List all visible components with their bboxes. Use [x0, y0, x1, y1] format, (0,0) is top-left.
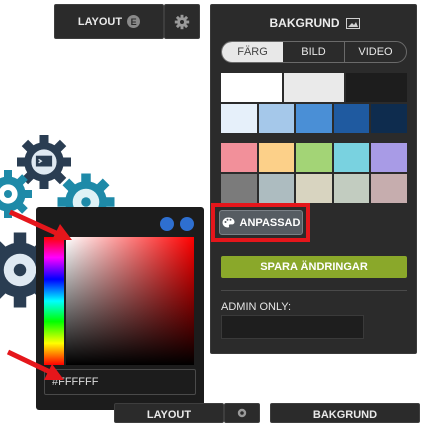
recent-color-swatch[interactable]	[160, 217, 174, 231]
color-swatch[interactable]	[258, 143, 295, 172]
red-arrows	[6, 209, 72, 380]
gear-icon	[174, 14, 190, 29]
tab-video[interactable]: VIDEO	[345, 42, 406, 62]
color-swatch[interactable]	[221, 174, 257, 203]
tab-bild[interactable]: BILD	[283, 42, 345, 62]
background-panel: BAKGRUND FÄRG BILD VIDEO ANPASSAD SPARA …	[210, 4, 417, 354]
saturation-brightness-field[interactable]	[66, 237, 194, 365]
panel-header: BAKGRUND	[211, 15, 418, 31]
color-swatch[interactable]	[333, 143, 370, 172]
color-swatch[interactable]	[221, 73, 282, 102]
palette-group-basic	[221, 73, 408, 133]
divider	[221, 290, 407, 291]
color-swatch[interactable]	[296, 104, 332, 133]
palette-group-pastel	[221, 143, 407, 203]
tab-farg[interactable]: FÄRG	[222, 42, 283, 62]
image-icon	[345, 17, 360, 29]
layout-label: LAYOUT	[77, 15, 123, 28]
settings-button-bottom[interactable]	[224, 403, 260, 423]
layout-label-bottom: LAYOUT	[146, 409, 192, 421]
settings-button[interactable]	[164, 4, 200, 39]
layout-button[interactable]: LAYOUT E	[54, 4, 164, 39]
color-swatch[interactable]	[371, 143, 407, 172]
color-swatch[interactable]	[221, 143, 257, 172]
panel-title-bottom: BAKGRUND	[312, 409, 378, 421]
color-swatch[interactable]	[258, 174, 295, 203]
palette-icon	[222, 217, 235, 228]
shortcut-badge: E	[127, 15, 141, 28]
custom-color-button[interactable]: ANPASSAD	[219, 210, 303, 235]
admin-only-label: ADMIN ONLY:	[221, 301, 292, 313]
color-swatch[interactable]	[371, 174, 407, 203]
panel-title: BAKGRUND	[269, 16, 340, 30]
recent-color-swatch[interactable]	[180, 217, 194, 231]
color-swatch[interactable]	[346, 73, 408, 102]
layout-button-bottom[interactable]: LAYOUT	[114, 403, 224, 423]
save-changes-button[interactable]: SPARA ÄNDRINGAR	[221, 256, 407, 278]
color-swatch[interactable]	[296, 143, 332, 172]
admin-input[interactable]	[221, 315, 364, 339]
color-swatch[interactable]	[333, 174, 370, 203]
background-type-tabs: FÄRG BILD VIDEO	[221, 41, 407, 63]
color-swatch[interactable]	[371, 104, 407, 133]
color-swatch[interactable]	[296, 174, 332, 203]
custom-button-label: ANPASSAD	[239, 216, 301, 229]
color-swatch[interactable]	[221, 104, 257, 133]
color-swatch[interactable]	[258, 104, 295, 133]
color-swatch[interactable]	[333, 104, 370, 133]
color-swatch[interactable]	[283, 73, 345, 102]
background-panel-bottom: BAKGRUND	[270, 403, 420, 423]
